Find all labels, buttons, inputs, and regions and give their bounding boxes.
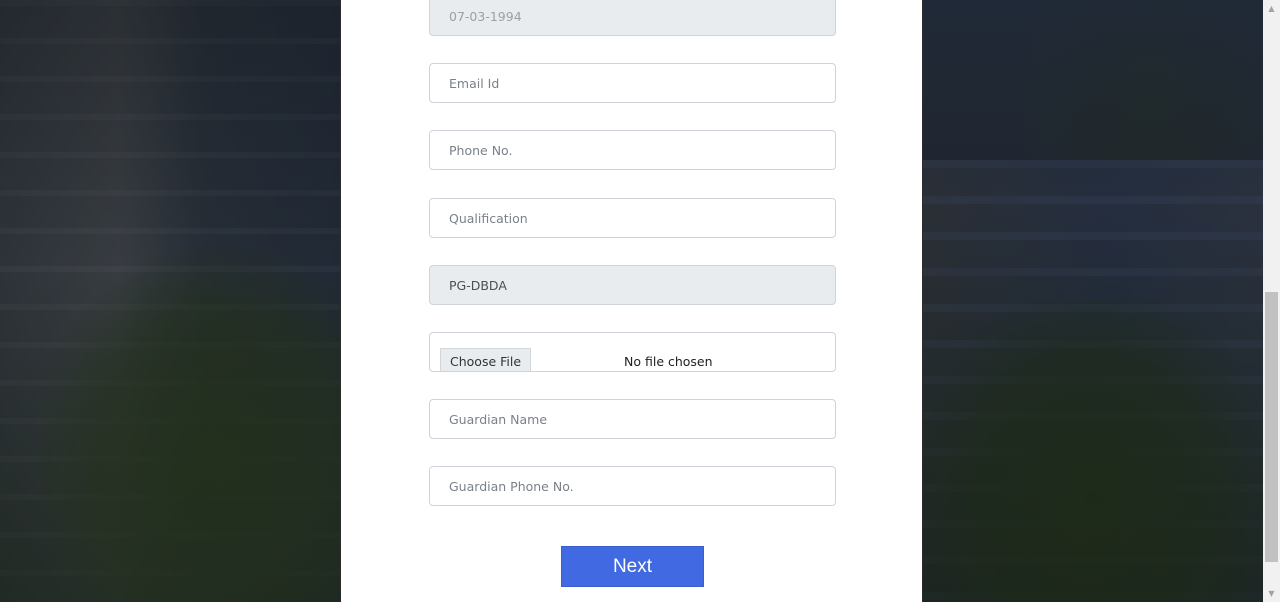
background-trees-right [923, 300, 1263, 602]
email-field[interactable] [429, 63, 836, 103]
scroll-up-icon[interactable]: ▲ [1263, 0, 1280, 17]
background-trees-left [40, 250, 340, 602]
qualification-field[interactable] [429, 198, 836, 238]
next-button[interactable]: Next [561, 546, 704, 587]
guardian-name-field[interactable] [429, 399, 836, 439]
phone-field[interactable] [429, 130, 836, 170]
file-upload-field[interactable]: Choose File No file chosen [429, 332, 836, 372]
guardian-phone-field[interactable] [429, 466, 836, 506]
date-of-birth-field[interactable] [429, 0, 836, 36]
scrollbar-thumb[interactable] [1265, 292, 1278, 562]
page-viewport: Choose File No file chosen Next ▲ ▼ [0, 0, 1280, 602]
course-field[interactable] [429, 265, 836, 305]
choose-file-button[interactable]: Choose File [440, 348, 532, 371]
file-status-text: No file chosen [624, 354, 713, 369]
vertical-scrollbar[interactable]: ▲ ▼ [1263, 0, 1280, 602]
registration-form-panel: Choose File No file chosen Next [340, 0, 923, 602]
scroll-down-icon[interactable]: ▼ [1263, 585, 1280, 602]
